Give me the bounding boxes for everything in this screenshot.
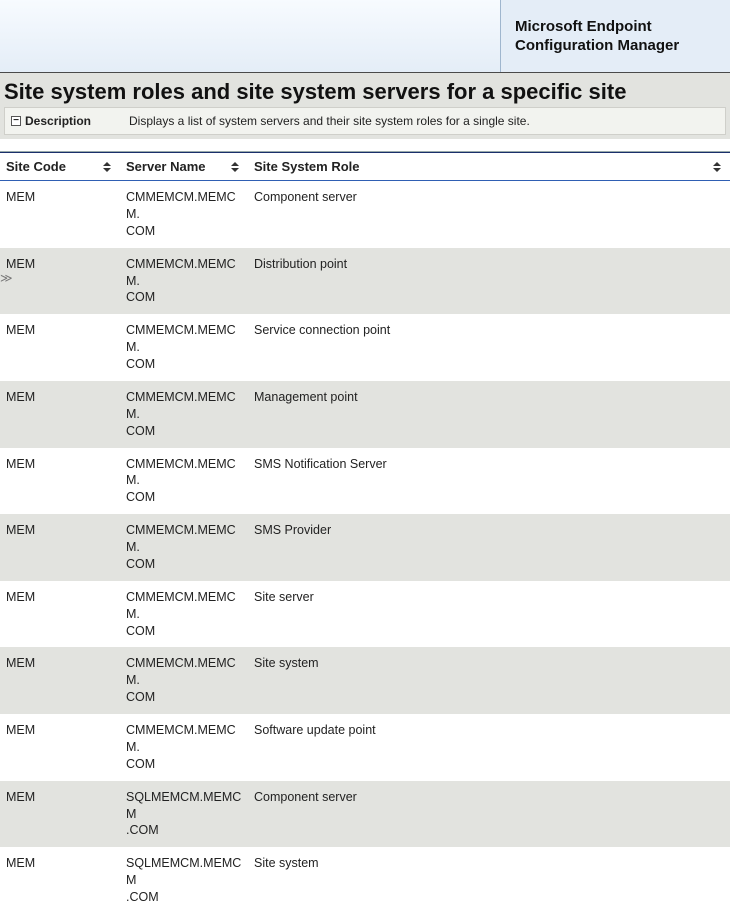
cell-site-code: MEM xyxy=(0,847,120,914)
brand-box: Microsoft Endpoint Configuration Manager xyxy=(500,0,730,72)
col-site-code[interactable]: Site Code xyxy=(0,153,120,181)
cell-site-code: MEM xyxy=(0,647,120,714)
col-server-name-label: Server Name xyxy=(126,159,206,174)
cell-site-system-role: Component server xyxy=(248,781,730,848)
site-code-value: MEM xyxy=(6,523,35,537)
description-text: Displays a list of system servers and th… xyxy=(129,114,530,128)
results-body: MEMCMMEMCM.MEMCM. COMComponent server≫ME… xyxy=(0,181,730,914)
cell-server-name: CMMEMCM.MEMCM. COM xyxy=(120,714,248,781)
table-row[interactable]: ≫MEMCMMEMCM.MEMCM. COMDistribution point xyxy=(0,248,730,315)
table-row[interactable]: MEM CMMEMCM.MEMCM. COMComponent server xyxy=(0,181,730,248)
description-label: Description xyxy=(25,114,91,128)
cell-site-code: MEM xyxy=(0,581,120,648)
cell-server-name: CMMEMCM.MEMCM. COM xyxy=(120,448,248,515)
table-row[interactable]: MEM CMMEMCM.MEMCM. COMService connection … xyxy=(0,314,730,381)
table-row[interactable]: MEM SQLMEMCM.MEMCM .COMComponent server xyxy=(0,781,730,848)
cell-site-system-role: Component server xyxy=(248,181,730,248)
sort-icon[interactable] xyxy=(230,161,240,173)
site-code-value: MEM xyxy=(6,590,35,604)
site-code-value: MEM xyxy=(6,656,35,670)
cell-site-system-role: Management point xyxy=(248,381,730,448)
cell-server-name: CMMEMCM.MEMCM. COM xyxy=(120,314,248,381)
cell-server-name: SQLMEMCM.MEMCM .COM xyxy=(120,781,248,848)
cell-site-code: MEM xyxy=(0,781,120,848)
cell-site-code: MEM xyxy=(0,181,120,248)
site-code-value: MEM xyxy=(6,723,35,737)
cell-site-system-role: Service connection point xyxy=(248,314,730,381)
table-row[interactable]: MEM SQLMEMCM.MEMCM .COMSite system xyxy=(0,847,730,914)
cell-server-name: CMMEMCM.MEMCM. COM xyxy=(120,514,248,581)
cell-site-system-role: Distribution point xyxy=(248,248,730,315)
col-site-system-role-label: Site System Role xyxy=(254,159,360,174)
cell-server-name: CMMEMCM.MEMCM. COM xyxy=(120,181,248,248)
sort-icon[interactable] xyxy=(102,161,112,173)
col-server-name[interactable]: Server Name xyxy=(120,153,248,181)
page-title: Site system roles and site system server… xyxy=(4,79,726,105)
col-site-system-role[interactable]: Site System Role xyxy=(248,153,730,181)
table-row[interactable]: MEM CMMEMCM.MEMCM. COMSMS Notification Se… xyxy=(0,448,730,515)
table-row[interactable]: MEM CMMEMCM.MEMCM. COMManagement point xyxy=(0,381,730,448)
table-row[interactable]: MEM CMMEMCM.MEMCM. COMSMS Provider xyxy=(0,514,730,581)
description-toggle[interactable]: − Description xyxy=(11,114,129,128)
cell-site-system-role: SMS Notification Server xyxy=(248,448,730,515)
site-code-value: MEM xyxy=(6,390,35,404)
cell-server-name: SQLMEMCM.MEMCM .COM xyxy=(120,847,248,914)
site-code-value: MEM xyxy=(6,323,35,337)
cell-site-system-role: Site system xyxy=(248,647,730,714)
cell-site-system-role: Site system xyxy=(248,847,730,914)
col-site-code-label: Site Code xyxy=(6,159,66,174)
cell-site-code: MEM xyxy=(0,514,120,581)
cell-site-system-role: Software update point xyxy=(248,714,730,781)
sort-icon[interactable] xyxy=(712,161,722,173)
cell-site-code: MEM xyxy=(0,714,120,781)
cell-site-code: MEM xyxy=(0,448,120,515)
table-row[interactable]: MEM CMMEMCM.MEMCM. COMSoftware update poi… xyxy=(0,714,730,781)
site-code-value: MEM xyxy=(6,257,35,271)
title-area: Site system roles and site system server… xyxy=(0,73,730,139)
top-banner: Microsoft Endpoint Configuration Manager xyxy=(0,0,730,73)
site-code-value: MEM xyxy=(6,457,35,471)
site-code-value: MEM xyxy=(6,190,35,204)
results-table: Site Code Server Name Site System Role M… xyxy=(0,153,730,914)
site-code-value: MEM xyxy=(6,856,35,870)
cell-server-name: CMMEMCM.MEMCM. COM xyxy=(120,647,248,714)
cell-server-name: CMMEMCM.MEMCM. COM xyxy=(120,381,248,448)
brand-line-1: Microsoft Endpoint xyxy=(515,18,716,37)
site-code-value: MEM xyxy=(6,790,35,804)
cell-site-system-role: SMS Provider xyxy=(248,514,730,581)
header-row: Site Code Server Name Site System Role xyxy=(0,153,730,181)
table-row[interactable]: MEM CMMEMCM.MEMCM. COMSite server xyxy=(0,581,730,648)
table-row[interactable]: MEM CMMEMCM.MEMCM. COMSite system xyxy=(0,647,730,714)
description-row: − Description Displays a list of system … xyxy=(4,107,726,135)
cell-site-code: MEM xyxy=(0,314,120,381)
cell-site-code: ≫MEM xyxy=(0,248,120,315)
collapse-icon[interactable]: − xyxy=(11,116,21,126)
row-marker-icon: ≫ xyxy=(0,270,13,286)
cell-site-code: MEM xyxy=(0,381,120,448)
cell-site-system-role: Site server xyxy=(248,581,730,648)
brand-line-2: Configuration Manager xyxy=(515,37,716,56)
cell-server-name: CMMEMCM.MEMCM. COM xyxy=(120,248,248,315)
cell-server-name: CMMEMCM.MEMCM. COM xyxy=(120,581,248,648)
